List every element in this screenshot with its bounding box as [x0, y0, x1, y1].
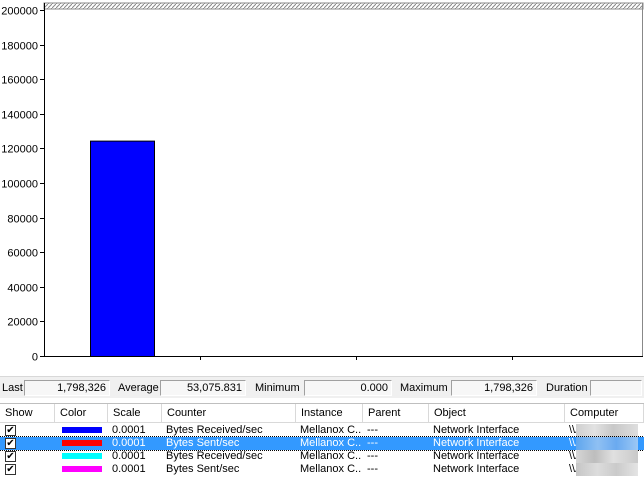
show-checkbox[interactable]: ✔: [5, 438, 16, 449]
column-header-object[interactable]: Object: [429, 404, 565, 423]
redacted-computer-name: [576, 424, 638, 437]
y-tick-label: 20000: [7, 317, 38, 329]
scale-cell: 0.0001: [112, 463, 146, 475]
table-row-selected[interactable]: ✔ 0.0001 Bytes Sent/sec Mellanox C... --…: [0, 436, 644, 451]
instance-cell: Mellanox C...: [300, 437, 362, 449]
y-tick-label: 40000: [7, 283, 38, 295]
show-checkbox[interactable]: ✔: [5, 464, 16, 475]
redacted-computer-name: [576, 437, 638, 450]
instance-cell: Mellanox C...: [300, 450, 362, 462]
column-header-color[interactable]: Color: [55, 404, 108, 423]
histogram-graph: 0 20000 40000 60000 80000 100000 120000 140000 1…: [0, 0, 644, 372]
scale-cell: 0.0001: [112, 424, 146, 436]
average-value: 53,075.831: [160, 380, 246, 396]
parent-cell: ---: [367, 437, 378, 449]
instance-cell: Mellanox C...: [300, 424, 362, 436]
y-tick-label: 180000: [1, 41, 38, 53]
instance-cell: Mellanox C...: [300, 463, 362, 475]
color-swatch: [62, 466, 102, 472]
maximum-value: 1,798,326: [451, 380, 537, 396]
scale-cell: 0.0001: [112, 437, 146, 449]
y-tick-label: 140000: [1, 110, 38, 122]
column-header-counter[interactable]: Counter: [162, 404, 296, 423]
object-cell: Network Interface: [433, 463, 520, 475]
counter-cell: Bytes Received/sec: [166, 450, 263, 462]
y-tick-label: 80000: [7, 214, 38, 226]
histogram-bar: [90, 140, 155, 357]
parent-cell: ---: [367, 450, 378, 462]
parent-cell: ---: [367, 463, 378, 475]
duration-label: Duration: [546, 382, 588, 394]
minimum-label: Minimum: [255, 382, 300, 394]
y-tick-label: 160000: [1, 75, 38, 87]
column-header-show[interactable]: Show: [0, 404, 55, 423]
y-tick-label: 100000: [1, 179, 38, 191]
average-label: Average: [118, 382, 159, 394]
color-swatch: [62, 440, 102, 446]
last-label: Last: [2, 382, 23, 394]
counter-table[interactable]: Show Color Scale Counter Instance Parent…: [0, 403, 644, 481]
maximum-label: Maximum: [400, 382, 448, 394]
minimum-value: 0.000: [304, 380, 392, 396]
graph-top-border: [43, 2, 644, 10]
y-tick-label: 200000: [1, 6, 38, 18]
show-checkbox[interactable]: ✔: [5, 451, 16, 462]
table-row[interactable]: ✔ 0.0001 Bytes Sent/sec Mellanox C... --…: [0, 463, 644, 476]
column-header-instance[interactable]: Instance: [296, 404, 363, 423]
color-swatch: [62, 453, 102, 459]
column-header-computer[interactable]: Computer: [565, 404, 644, 423]
statistics-bar: Last 1,798,326 Average 53,075.831 Minimu…: [0, 376, 644, 398]
counter-cell: Bytes Sent/sec: [166, 437, 240, 449]
y-tick-label: 120000: [1, 144, 38, 156]
column-header-scale[interactable]: Scale: [108, 404, 162, 423]
show-checkbox[interactable]: ✔: [5, 425, 16, 436]
column-header-parent[interactable]: Parent: [363, 404, 429, 423]
parent-cell: ---: [367, 424, 378, 436]
y-tick-label: 0: [32, 352, 38, 364]
redacted-computer-name: [576, 463, 638, 476]
object-cell: Network Interface: [433, 437, 520, 449]
counter-cell: Bytes Received/sec: [166, 424, 263, 436]
table-row[interactable]: ✔ 0.0001 Bytes Received/sec Mellanox C..…: [0, 424, 644, 437]
color-swatch: [62, 427, 102, 433]
last-value: 1,798,326: [24, 380, 110, 396]
object-cell: Network Interface: [433, 450, 520, 462]
duration-value: [590, 380, 642, 396]
counter-cell: Bytes Sent/sec: [166, 463, 240, 475]
object-cell: Network Interface: [433, 424, 520, 436]
redacted-computer-name: [576, 450, 638, 463]
scale-cell: 0.0001: [112, 450, 146, 462]
y-tick-label: 60000: [7, 248, 38, 260]
table-row[interactable]: ✔ 0.0001 Bytes Received/sec Mellanox C..…: [0, 450, 644, 463]
chart-canvas: 0 20000 40000 60000 80000 100000 120000 140000 1…: [1, 2, 644, 364]
